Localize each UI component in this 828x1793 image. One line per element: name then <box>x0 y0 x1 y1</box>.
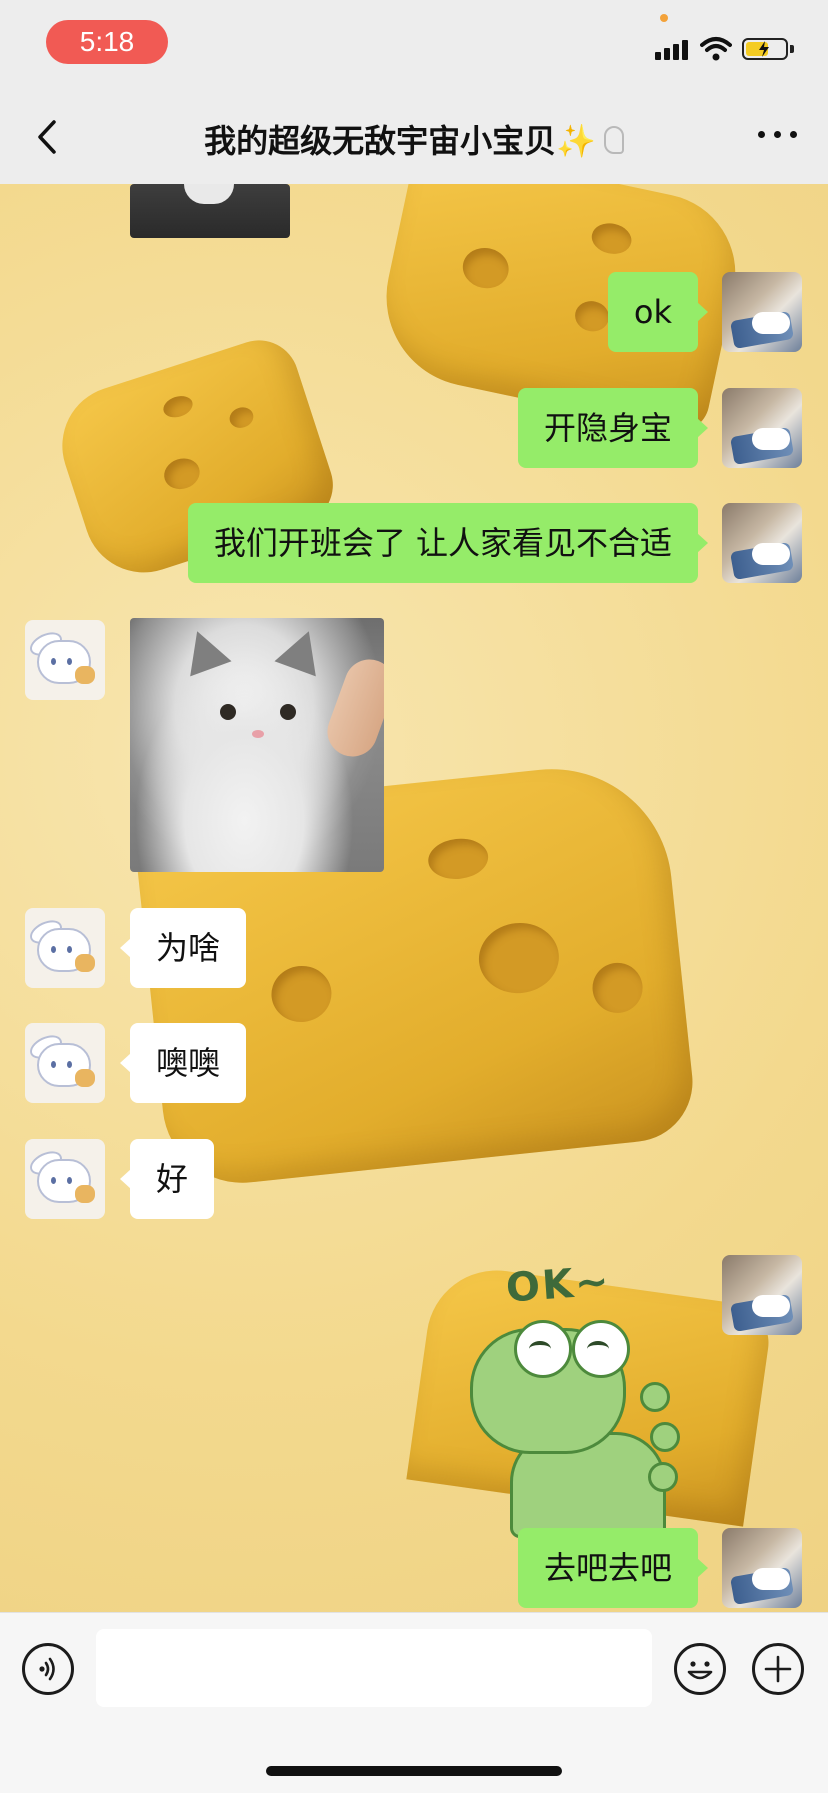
battery-icon <box>742 38 788 60</box>
emoji-icon[interactable] <box>674 1643 726 1695</box>
incoming-message-bubble[interactable]: 好 <box>119 1139 215 1219</box>
frog-ok-sticker[interactable]: OK~ <box>470 1258 700 1538</box>
sticker-text: OK~ <box>504 1258 612 1312</box>
privacy-indicator-dot <box>660 14 668 22</box>
contact-avatar[interactable] <box>25 1023 105 1103</box>
chat-title: 我的超级无敌宇宙小宝贝✨ <box>120 116 708 162</box>
ear-icon <box>603 126 624 154</box>
chat-background <box>0 184 828 1612</box>
image-message[interactable] <box>130 184 290 238</box>
incoming-message-bubble[interactable]: 为啥 <box>119 908 247 988</box>
battery-cap <box>790 45 794 53</box>
message-input[interactable] <box>96 1629 652 1707</box>
contact-avatar[interactable] <box>25 908 105 988</box>
outgoing-message-bubble[interactable]: 我们开班会了 让人家看见不合适 <box>187 503 709 583</box>
incoming-message-bubble[interactable]: 噢噢 <box>119 1023 247 1103</box>
contact-avatar[interactable] <box>25 620 105 700</box>
plus-icon[interactable] <box>752 1643 804 1695</box>
outgoing-message-bubble[interactable]: 去吧去吧 <box>517 1528 709 1608</box>
contact-avatar[interactable] <box>25 1139 105 1219</box>
chat-title-text: 我的超级无敌宇宙小宝贝 <box>204 122 557 160</box>
chat-header: 我的超级无敌宇宙小宝贝✨ <box>0 90 828 185</box>
my-avatar[interactable] <box>722 388 802 468</box>
voice-icon[interactable] <box>22 1643 74 1695</box>
my-avatar[interactable] <box>722 1528 802 1608</box>
more-dots-icon[interactable] <box>758 124 798 144</box>
cat-photo-message[interactable] <box>130 618 384 872</box>
cellular-signal-icon <box>655 38 689 60</box>
my-avatar[interactable] <box>722 503 802 583</box>
status-bar: 5:18 <box>0 0 828 90</box>
my-avatar[interactable] <box>722 272 802 352</box>
status-time[interactable]: 5:18 <box>46 20 168 64</box>
home-indicator[interactable] <box>266 1766 562 1776</box>
back-chevron-left-icon[interactable] <box>26 114 72 160</box>
outgoing-message-bubble[interactable]: 开隐身宝 <box>517 388 709 468</box>
my-avatar[interactable] <box>722 1255 802 1335</box>
outgoing-message-bubble[interactable]: ok <box>607 272 709 352</box>
sparkles-emoji: ✨ <box>556 122 596 160</box>
wifi-icon <box>700 37 732 61</box>
